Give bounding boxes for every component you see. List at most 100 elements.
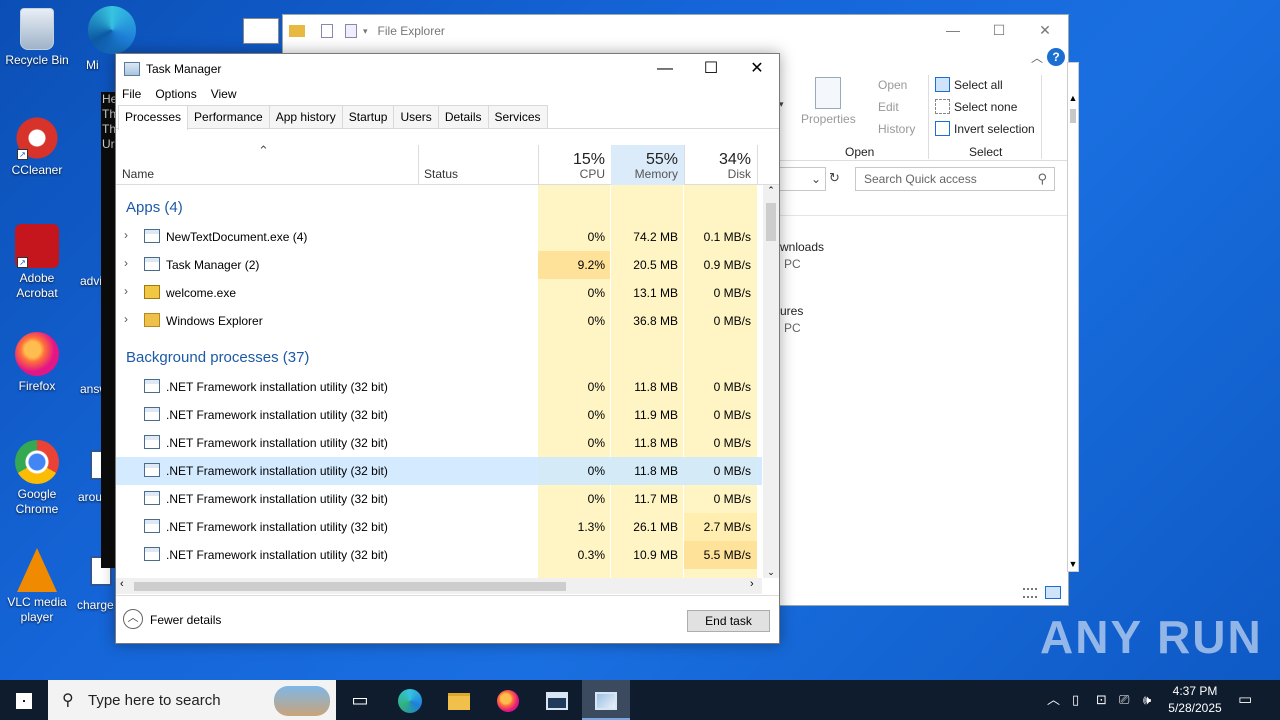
taskbar: ⚲ Type here to search ▭ ︿ ▯ ⊡ ⎚ 🕪 4:37 P… [0, 680, 1280, 720]
column-disk[interactable]: 34% Disk [684, 145, 757, 185]
invert-selection-button[interactable]: Invert selection [954, 122, 1035, 136]
scroll-up-icon[interactable]: ⌃ [763, 185, 779, 196]
expand-icon[interactable]: › [124, 256, 128, 270]
details-view-icon[interactable] [1023, 588, 1037, 598]
desktop-icon-ccleaner[interactable]: ↗ CCleaner [1, 116, 73, 178]
explorer-scrollbar[interactable]: ▲ ▼ [1067, 62, 1079, 572]
windows-start-button[interactable] [0, 680, 48, 720]
scroll-thumb[interactable] [766, 203, 776, 241]
network-icon[interactable]: ⎚ [1119, 680, 1129, 720]
refresh-button[interactable]: ↻ [829, 170, 840, 186]
expand-icon[interactable]: › [124, 312, 128, 326]
disk-value: 0 MB/s [713, 314, 751, 328]
edge-desktop-icon[interactable] [88, 6, 136, 54]
notepad-taskbar-icon[interactable] [533, 680, 581, 720]
tab-services[interactable]: Services [487, 105, 548, 128]
tab-app-history[interactable]: App history [268, 105, 343, 128]
select-none-button[interactable]: Select none [954, 100, 1017, 114]
maximize-button[interactable]: ☐ [688, 54, 734, 83]
search-input[interactable]: Search Quick access ⚲ [855, 167, 1055, 191]
task-manager-window[interactable]: Task Manager — ☐ ✕ File Options View Pro… [115, 53, 780, 644]
scroll-down-icon[interactable]: ⌄ [763, 567, 779, 578]
desktop-icon-adobe-acrobat[interactable]: ↗ Adobe Acrobat [1, 224, 73, 301]
group-apps[interactable]: Apps (4) [126, 199, 183, 216]
history-button[interactable]: History [878, 122, 915, 136]
scroll-up-icon[interactable]: ▲ [1068, 93, 1078, 103]
app-window-icon [144, 229, 160, 243]
scroll-right-icon[interactable]: › [750, 578, 754, 590]
desktop-icon-label: Firefox [18, 379, 56, 393]
table-row[interactable]: › NewTextDocument.exe (4) 0% 74.2 MB 0.1… [116, 223, 762, 251]
minimize-button[interactable]: — [930, 15, 976, 45]
column-status[interactable]: Status [418, 145, 538, 185]
tray-app-icon[interactable]: ▯ [1072, 680, 1079, 720]
close-button[interactable]: ✕ [1022, 15, 1068, 45]
collapse-ribbon-icon[interactable]: ︿ [1031, 49, 1043, 66]
end-task-button[interactable]: End task [687, 610, 770, 632]
tab-users[interactable]: Users [393, 105, 439, 128]
properties-button[interactable]: Properties [801, 112, 856, 126]
file-explorer-taskbar-icon[interactable] [435, 680, 483, 720]
dropdown-icon[interactable]: ▾ [363, 26, 368, 37]
expand-icon[interactable]: › [124, 228, 128, 242]
taskbar-clock[interactable]: 4:37 PM 5/28/2025 [1164, 683, 1226, 717]
quick-access-item-name[interactable]: wnloads [780, 240, 824, 254]
scroll-thumb[interactable] [1070, 109, 1076, 123]
group-background-processes[interactable]: Background processes (37) [126, 349, 309, 366]
edit-button[interactable]: Edit [878, 100, 899, 114]
tab-processes[interactable]: Processes [118, 105, 189, 130]
clock-time: 4:37 PM [1172, 684, 1218, 698]
task-manager-taskbar-icon[interactable] [582, 680, 630, 720]
firefox-taskbar-icon[interactable] [484, 680, 532, 720]
close-button[interactable]: ✕ [734, 54, 780, 83]
volume-icon[interactable]: 🕪 [1143, 680, 1151, 720]
horizontal-scrollbar[interactable]: ‹ › [116, 578, 762, 594]
desktop-icon-vlc[interactable]: VLC media player [1, 548, 73, 625]
desktop-icon-google-chrome[interactable]: Google Chrome [1, 440, 73, 517]
show-hidden-icons-button[interactable]: ︿ [1047, 680, 1060, 720]
scroll-thumb[interactable] [134, 582, 566, 591]
table-row[interactable]: .NET Framework installation utility (32 … [116, 513, 762, 541]
menu-options[interactable]: Options [155, 87, 196, 101]
menu-view[interactable]: View [211, 87, 237, 101]
scroll-down-icon[interactable]: ▼ [1068, 559, 1078, 569]
open-button[interactable]: Open [878, 78, 907, 92]
search-icon: ⚲ [1037, 171, 1047, 186]
maximize-button[interactable]: ☐ [976, 15, 1022, 45]
table-row[interactable]: .NET Framework installation utility (32 … [116, 373, 762, 401]
table-row[interactable]: .NET Framework installation utility (32 … [116, 485, 762, 513]
tray-usb-icon[interactable]: ⊡ [1096, 680, 1107, 720]
scroll-left-icon[interactable]: ‹ [120, 578, 124, 590]
table-row[interactable]: .NET Framework installation utility (32 … [116, 541, 762, 569]
edge-taskbar-icon[interactable] [386, 680, 434, 720]
taskbar-search-box[interactable]: ⚲ Type here to search [48, 680, 336, 720]
help-icon[interactable]: ? [1047, 48, 1065, 66]
notifications-icon[interactable]: ▭ [1238, 680, 1252, 720]
tab-startup[interactable]: Startup [341, 105, 395, 128]
quick-access-item-location: PC [784, 257, 801, 271]
task-view-button[interactable]: ▭ [336, 680, 384, 720]
tab-performance[interactable]: Performance [187, 105, 270, 128]
address-dropdown[interactable]: ⌄ [780, 167, 826, 191]
quick-access-item-name[interactable]: ures [780, 304, 803, 318]
tab-details[interactable]: Details [437, 105, 489, 128]
table-row[interactable]: .NET Framework installation utility (32 … [116, 401, 762, 429]
column-memory[interactable]: 55% Memory [611, 145, 684, 185]
table-row[interactable]: .NET Framework installation utility (32 … [116, 429, 762, 457]
expand-icon[interactable]: › [124, 284, 128, 298]
table-row[interactable]: › Task Manager (2) 9.2% 20.5 MB 0.9 MB/s [116, 251, 762, 279]
column-cpu[interactable]: 15% CPU [538, 145, 611, 185]
large-icons-view-icon[interactable] [1045, 586, 1061, 599]
vertical-scrollbar[interactable]: ⌃ ⌄ [763, 185, 779, 578]
desktop-icon-recycle-bin[interactable]: Recycle Bin [1, 8, 73, 68]
desktop-icon-firefox[interactable]: Firefox [1, 332, 73, 394]
table-row[interactable]: › welcome.exe 0% 13.1 MB 0 MB/s [116, 279, 762, 307]
minimize-button[interactable]: — [642, 54, 688, 83]
table-row-selected[interactable]: .NET Framework installation utility (32 … [116, 457, 762, 485]
select-all-button[interactable]: Select all [954, 78, 1003, 92]
table-row[interactable]: › Windows Explorer 0% 36.8 MB 0 MB/s [116, 307, 762, 335]
fewer-details-link[interactable]: Fewer details [150, 613, 221, 627]
column-name[interactable]: Name [116, 145, 418, 185]
menu-file[interactable]: File [122, 87, 141, 101]
chevron-up-icon[interactable]: ︿ [123, 609, 143, 629]
